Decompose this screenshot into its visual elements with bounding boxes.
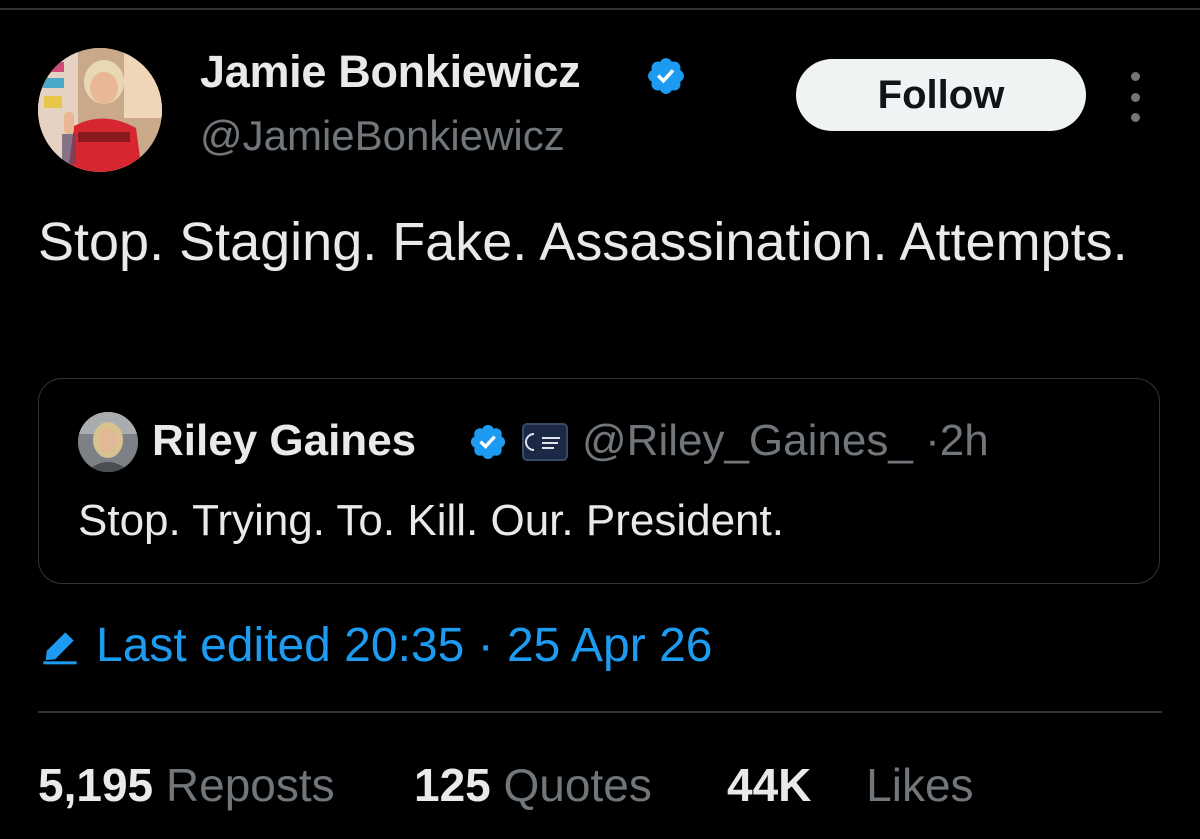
author-handle[interactable]: @JamieBonkiewicz — [200, 112, 565, 160]
quotes-label: Quotes — [503, 759, 652, 811]
edited-timestamp-link[interactable]: Last edited 20:35 · 25 Apr 26 — [96, 618, 712, 673]
more-dot — [1130, 113, 1140, 122]
quotes-count: 125 — [414, 759, 491, 811]
more-dot — [1130, 72, 1140, 81]
quoted-tweet-card[interactable] — [38, 378, 1160, 584]
likes-stat[interactable]: 44K Likes — [727, 758, 974, 812]
quoted-author-avatar[interactable] — [78, 412, 138, 472]
author-avatar[interactable] — [38, 48, 162, 172]
verified-badge-icon — [648, 58, 684, 94]
quoted-tweet-time[interactable]: 2h — [940, 416, 989, 465]
affiliate-badge-icon[interactable] — [522, 423, 568, 461]
more-dots-icon[interactable] — [1120, 72, 1150, 122]
reposts-label: Reposts — [165, 759, 335, 811]
quoted-author-handle[interactable]: @Riley_Gaines_ — [582, 416, 913, 465]
verified-badge-icon — [470, 424, 506, 460]
follow-button[interactable]: Follow — [796, 59, 1086, 131]
top-divider — [0, 8, 1200, 10]
more-dot — [1130, 92, 1140, 102]
stats-divider — [38, 711, 1162, 713]
reposts-stat[interactable]: 5,195 Reposts — [38, 758, 335, 812]
quoted-tweet-text: Stop. Trying. To. Kill. Our. President. — [78, 496, 784, 545]
quotes-stat[interactable]: 125 Quotes — [414, 758, 652, 812]
likes-count: 44K — [727, 759, 812, 811]
likes-label: Likes — [866, 759, 974, 811]
quoted-tweet-meta: @Riley_Gaines_ ·2h — [582, 416, 989, 466]
tweet-text: Stop. Staging. Fake. Assassination. Atte… — [38, 212, 1128, 272]
pencil-edit-icon — [43, 632, 77, 665]
reposts-count: 5,195 — [38, 759, 154, 811]
author-name[interactable]: Jamie Bonkiewicz — [200, 46, 581, 98]
quoted-author-name[interactable]: Riley Gaines — [152, 416, 416, 466]
meta-separator: · — [925, 416, 940, 465]
